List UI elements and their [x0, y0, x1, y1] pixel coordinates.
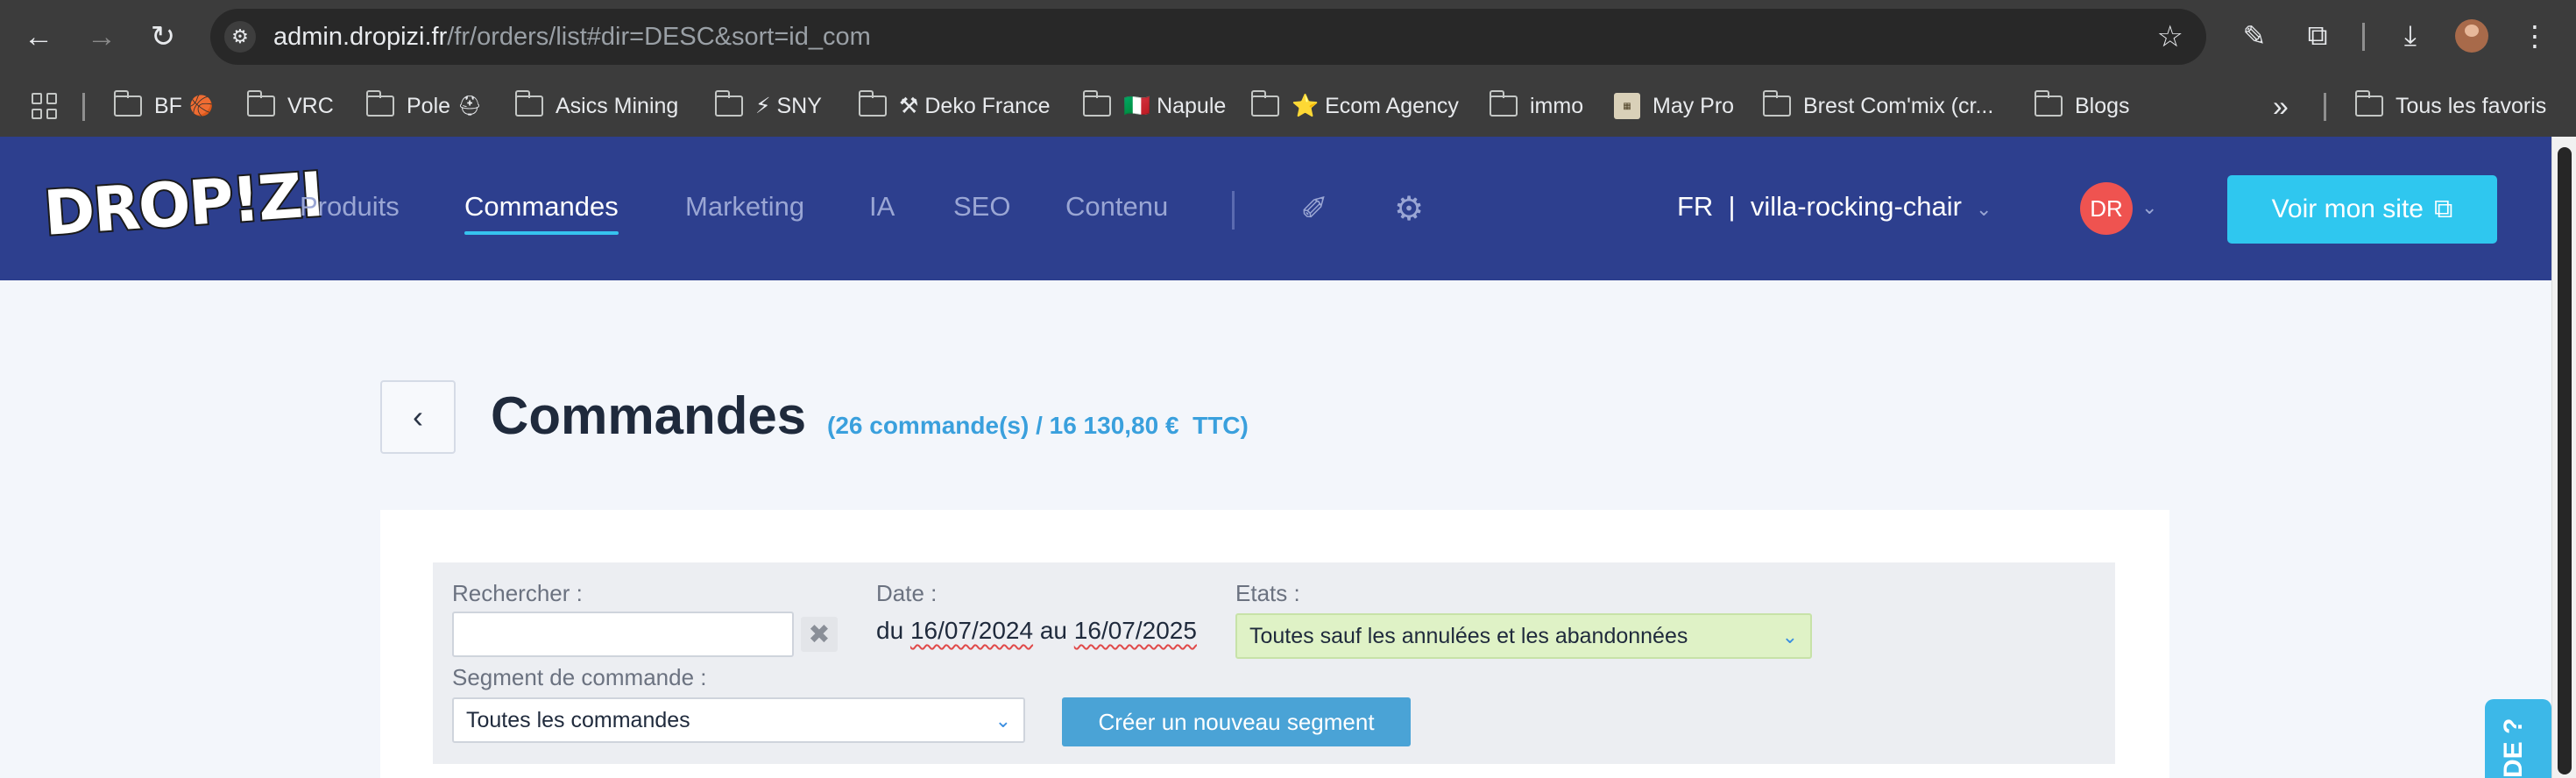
- bookmark-asics-mining[interactable]: Asics Mining: [514, 90, 678, 121]
- bookmark-vrc[interactable]: VRC: [246, 90, 334, 121]
- bookmark-blogs[interactable]: Blogs: [2034, 90, 2130, 121]
- page-scrollbar[interactable]: [2551, 137, 2576, 778]
- page-title: Commandes: [491, 386, 807, 445]
- bookmark-brest-commix[interactable]: Brest Com'mix (cr...: [1762, 90, 1993, 121]
- bookmarks-divider: [2324, 93, 2326, 121]
- states-label: Etats :: [1235, 580, 1300, 606]
- search-input[interactable]: [452, 612, 794, 657]
- browser-toolbar: ← → ↻ ⚙ admin.dropizi.fr/fr/orders/list#…: [0, 0, 2576, 74]
- folder-icon: [365, 90, 394, 117]
- nav-produits[interactable]: Produits: [300, 191, 400, 223]
- folder-icon: [1250, 90, 1279, 117]
- nav-commandes[interactable]: Commandes: [464, 191, 619, 235]
- nav-marketing[interactable]: Marketing: [685, 191, 804, 223]
- toolbar-divider: [2362, 23, 2365, 51]
- chevron-left-icon: ‹: [413, 399, 423, 435]
- bookmark-napule[interactable]: 🇮🇹 Napule: [1082, 90, 1226, 121]
- bookmark-sny[interactable]: ⚡ SNY: [714, 90, 822, 121]
- design-tools-icon[interactable]: ✐: [1293, 187, 1335, 230]
- segment-select[interactable]: Toutes les commandes ⌄: [452, 697, 1025, 743]
- folder-icon: [514, 90, 543, 117]
- folder-icon: [246, 90, 275, 117]
- bookmarks-overflow-icon[interactable]: »: [2273, 90, 2289, 122]
- bookmark-star-icon[interactable]: ☆: [2157, 19, 2183, 54]
- all-bookmarks[interactable]: Tous les favoris: [2354, 90, 2546, 121]
- bookmarks-divider: [82, 93, 85, 121]
- folder-icon: [858, 90, 887, 117]
- address-bar[interactable]: ⚙ admin.dropizi.fr/fr/orders/list#dir=DE…: [210, 9, 2206, 65]
- chevron-down-icon: ⌄: [994, 710, 1011, 732]
- date-to[interactable]: 16/07/2025: [1074, 617, 1197, 644]
- store-selector[interactable]: FR | villa-rocking-chair ⌄: [1677, 191, 1992, 223]
- folder-icon: [1762, 90, 1791, 117]
- nav-divider: [1232, 191, 1235, 230]
- nav-ia[interactable]: IA: [869, 191, 895, 223]
- forward-arrow-icon[interactable]: →: [79, 14, 124, 60]
- clear-search-icon[interactable]: ✖: [801, 617, 838, 652]
- extensions-icon[interactable]: ⧉: [2297, 16, 2338, 56]
- bookmark-pole[interactable]: Pole ⛑: [365, 90, 482, 121]
- chevron-down-icon: ⌄: [1781, 626, 1798, 647]
- site-header: DROP!ZI Produits Commandes Marketing IA …: [0, 137, 2551, 280]
- bookmarks-bar: BF 🏀 VRC Pole ⛑ Asics Mining ⚡ SNY ⚒ Deko …: [0, 74, 2576, 137]
- date-range[interactable]: du 16/07/2024 au 16/07/2025: [876, 617, 1197, 645]
- bookmark-ecom-agency[interactable]: ⭐ Ecom Agency: [1250, 90, 1459, 121]
- help-tab[interactable]: DE ?: [2485, 699, 2551, 778]
- site-settings-icon[interactable]: ⚙: [224, 21, 256, 53]
- folder-icon: [1489, 90, 1518, 117]
- more-menu-icon[interactable]: ⋮: [2515, 16, 2555, 56]
- eyedropper-icon[interactable]: ✎: [2234, 16, 2275, 56]
- orders-summary: (26 commande(s) / 16 130,80 € TTC): [827, 412, 1249, 439]
- browser-profile-avatar[interactable]: [2455, 19, 2488, 53]
- folder-icon: [714, 90, 743, 117]
- download-icon[interactable]: ⤓: [2390, 16, 2431, 56]
- search-label: Rechercher :: [452, 580, 583, 606]
- back-button[interactable]: ‹: [380, 380, 456, 454]
- view-site-button[interactable]: Voir mon site ⧉: [2227, 175, 2497, 244]
- nav-seo[interactable]: SEO: [953, 191, 1010, 223]
- nav-contenu[interactable]: Contenu: [1065, 191, 1168, 223]
- date-from[interactable]: 16/07/2024: [910, 617, 1033, 644]
- bookmark-immo[interactable]: immo: [1489, 90, 1583, 121]
- may-pro-favicon: ▦: [1614, 93, 1640, 119]
- back-arrow-icon[interactable]: ←: [16, 14, 61, 60]
- folder-icon: [2034, 90, 2063, 117]
- external-link-icon: ⧉: [2434, 194, 2453, 223]
- user-avatar[interactable]: DR: [2080, 182, 2133, 235]
- bookmark-may-pro[interactable]: ▦ May Pro: [1614, 91, 1734, 121]
- dropizi-logo[interactable]: DROP!ZI: [40, 157, 326, 251]
- bookmark-deko-france[interactable]: ⚒ Deko France: [858, 90, 1050, 121]
- new-segment-button[interactable]: Créer un nouveau segment: [1062, 697, 1411, 746]
- url-text[interactable]: admin.dropizi.fr/fr/orders/list#dir=DESC…: [273, 23, 871, 52]
- states-select[interactable]: Toutes sauf les annulées et les abandonn…: [1235, 613, 1812, 659]
- reload-icon[interactable]: ↻: [140, 14, 186, 60]
- apps-grid-icon[interactable]: [32, 93, 58, 119]
- chevron-down-icon: ⌄: [1976, 198, 1992, 220]
- segment-label: Segment de commande :: [452, 664, 707, 690]
- folder-icon: [113, 90, 142, 117]
- scrollbar-thumb[interactable]: [2558, 147, 2572, 774]
- settings-gear-icon[interactable]: ⚙: [1388, 187, 1430, 230]
- bookmark-bf[interactable]: BF 🏀: [113, 90, 213, 121]
- chevron-down-icon[interactable]: ⌄: [2141, 196, 2157, 219]
- folder-icon: [1082, 90, 1111, 117]
- date-label: Date :: [876, 580, 938, 606]
- folder-icon: [2354, 90, 2383, 117]
